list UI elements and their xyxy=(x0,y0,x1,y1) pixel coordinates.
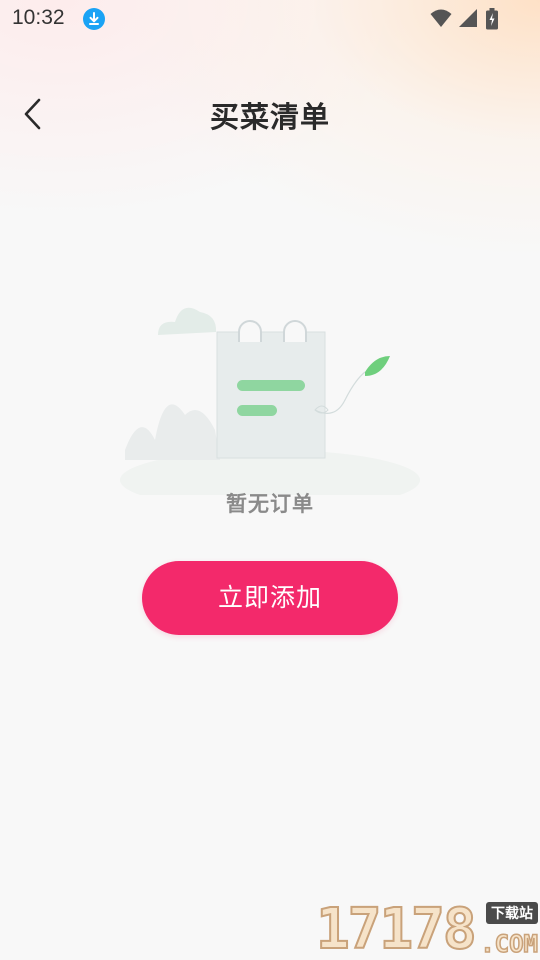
watermark-logo: 17178 下载站 .COM xyxy=(315,897,540,960)
download-icon xyxy=(83,8,105,30)
battery-charging-icon xyxy=(486,8,498,30)
add-now-button[interactable]: 立即添加 xyxy=(142,561,398,635)
watermark-suffix: .COM xyxy=(479,929,538,959)
page-title: 买菜清单 xyxy=(209,100,330,134)
watermark-digits: 17178 xyxy=(315,897,478,960)
status-time: 10:32 xyxy=(12,6,65,29)
status-bar: 10:32 xyxy=(0,0,540,38)
empty-notepad-illustration xyxy=(120,307,420,495)
screen: 10:32 买菜清单 暂无订单 立即添加 17178 下载站 .COM xyxy=(0,0,540,960)
signal-icon xyxy=(459,9,477,27)
wifi-icon xyxy=(430,9,452,27)
header: 买菜清单 xyxy=(0,80,540,146)
watermark-tag: 下载站 xyxy=(486,902,538,924)
empty-state-message: 暂无订单 xyxy=(226,492,314,516)
